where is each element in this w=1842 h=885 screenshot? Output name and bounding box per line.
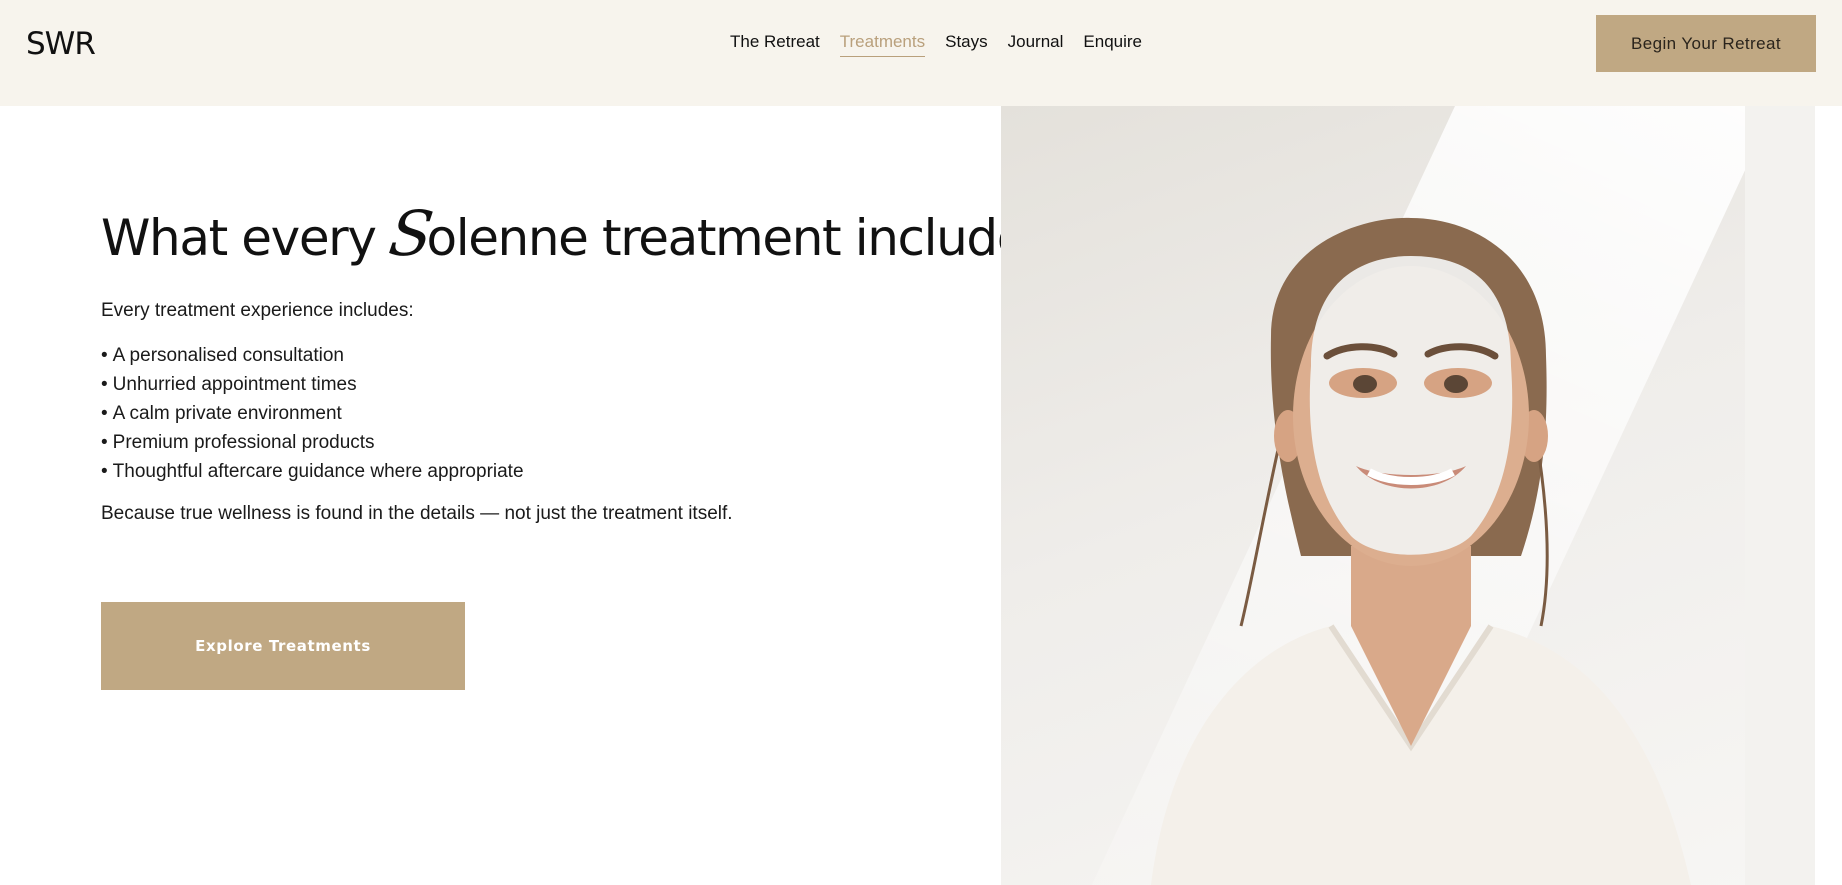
- page-edge: [1815, 106, 1842, 885]
- begin-retreat-button[interactable]: Begin Your Retreat: [1596, 15, 1816, 72]
- main-nav: The Retreat Treatments Stays Journal Enq…: [720, 30, 1152, 60]
- list-item: • A personalised consultation: [101, 341, 524, 370]
- nav-item-enquire[interactable]: Enquire: [1073, 30, 1152, 60]
- hero-photo: [1001, 106, 1815, 885]
- includes-list: • A personalised consultation • Unhurried …: [101, 341, 524, 486]
- site-header: SWR The Retreat Treatments Stays Journal…: [0, 0, 1842, 106]
- nav-item-the-retreat[interactable]: The Retreat: [720, 30, 830, 60]
- headline-part-2: olenne treatment includes: [426, 209, 1053, 267]
- list-item: • Unhurried appointment times: [101, 370, 524, 399]
- treatment-includes-section: What every Solenne treatment includes Ev…: [0, 106, 1052, 885]
- woman-face-mask-illustration: [1151, 217, 1691, 885]
- explore-treatments-button[interactable]: Explore Treatments: [101, 602, 465, 690]
- list-item-text: Premium professional products: [112, 432, 375, 453]
- nav-item-stays[interactable]: Stays: [935, 30, 998, 60]
- bullet-icon: •: [101, 432, 108, 453]
- site-logo[interactable]: SWR: [26, 26, 96, 62]
- closing-text: Because true wellness is found in the de…: [101, 503, 733, 524]
- list-item-text: Unhurried appointment times: [112, 374, 357, 395]
- bullet-icon: •: [101, 374, 108, 395]
- bullet-icon: •: [101, 403, 108, 424]
- headline-part-1: What every: [101, 209, 391, 267]
- intro-text: Every treatment experience includes:: [101, 300, 414, 321]
- list-item: • Thoughtful aftercare guidance where app…: [101, 457, 524, 486]
- nav-item-journal[interactable]: Journal: [998, 30, 1074, 60]
- list-item-text: A personalised consultation: [112, 345, 344, 366]
- page-title: What every Solenne treatment includes: [101, 197, 1053, 270]
- list-item-text: Thoughtful aftercare guidance where appr…: [112, 461, 524, 482]
- photo-edge: [1745, 106, 1815, 885]
- list-item: • Premium professional products: [101, 428, 524, 457]
- bullet-icon: •: [101, 461, 108, 482]
- list-item: • A calm private environment: [101, 399, 524, 428]
- nav-item-treatments[interactable]: Treatments: [830, 30, 935, 60]
- list-item-text: A calm private environment: [112, 403, 342, 424]
- headline-script-letter: S: [384, 197, 438, 270]
- bullet-icon: •: [101, 345, 108, 366]
